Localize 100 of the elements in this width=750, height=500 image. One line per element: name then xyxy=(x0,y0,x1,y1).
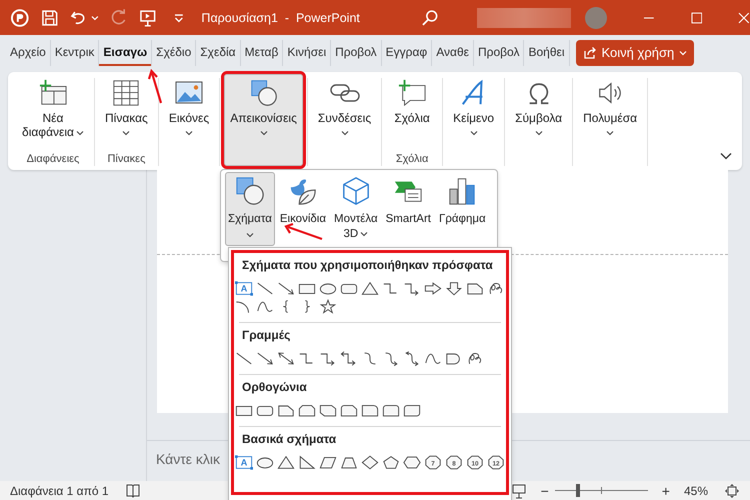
ribbon-button[interactable]: Κείμενο xyxy=(447,74,500,166)
menu-button[interactable]: Σχήματα xyxy=(225,172,275,246)
snip-corner-icon[interactable] xyxy=(277,403,295,418)
zoom-out-button[interactable]: − xyxy=(540,482,549,498)
caret-icon xyxy=(679,48,688,56)
ribbon-button[interactable]: Πολυμέσα xyxy=(577,74,644,166)
search-icon[interactable] xyxy=(420,8,440,28)
elbow-arrow-connector-icon[interactable] xyxy=(319,351,337,366)
ribbon-tab[interactable]: Εισαγω xyxy=(99,40,152,66)
slide-counter: Διαφάνεια 1 από 1 xyxy=(10,484,109,498)
annotation-arrow xyxy=(284,223,324,241)
diamond-icon[interactable] xyxy=(361,455,379,470)
rectangle-icon[interactable] xyxy=(235,403,253,418)
round-diagonal-icon[interactable] xyxy=(403,403,421,418)
app-logo-icon xyxy=(10,8,30,28)
new-slide-icon xyxy=(37,79,69,107)
ribbon-button[interactable]: Σχόλια xyxy=(386,74,438,153)
double-arrow-line-icon[interactable] xyxy=(277,351,295,366)
freeform-shape-icon[interactable] xyxy=(445,351,463,366)
group-label: Πίνακες xyxy=(107,153,146,166)
group-label: Σχόλια xyxy=(396,153,428,166)
ribbon-button[interactable]: Συνδέσεις xyxy=(312,74,378,166)
group-label: Διαφάνειες xyxy=(26,153,80,166)
right-arrow-icon[interactable] xyxy=(424,281,442,296)
notes-placeholder[interactable]: Κάντε κλικ xyxy=(156,451,220,467)
presenter-icon[interactable] xyxy=(510,482,527,498)
zoom-level[interactable]: 45% xyxy=(684,484,708,498)
section-title: Σχήματα που χρησιμοποιήθηκαν πρόσφατα xyxy=(241,258,494,272)
ribbon-tab[interactable]: Προβολ xyxy=(474,40,524,66)
line-icon[interactable] xyxy=(235,351,253,366)
ribbon-tab[interactable]: Προβολ xyxy=(331,40,382,66)
ribbon-tab[interactable]: Αρχείο xyxy=(6,40,51,66)
parallelogram-icon[interactable] xyxy=(319,455,337,470)
ribbon-button[interactable]: Απεικονίσεις xyxy=(224,74,303,166)
star-icon[interactable] xyxy=(319,299,337,314)
ribbon-tab[interactable]: Κινήσει xyxy=(283,40,332,66)
snip-round-icon[interactable] xyxy=(340,403,358,418)
ribbon-tab[interactable]: Σχέδιο xyxy=(152,40,196,66)
rounded-rectangle-icon[interactable] xyxy=(256,403,274,418)
round-single-icon[interactable] xyxy=(361,403,379,418)
menu-button[interactable]: SmartArt xyxy=(382,172,434,246)
textbox-icon[interactable]: A xyxy=(235,281,253,296)
section-title: Βασικά σχήματα xyxy=(241,432,338,446)
save-icon[interactable] xyxy=(40,8,60,28)
ribbon-tab[interactable]: Κεντρικ xyxy=(50,40,100,66)
curved-double-arrow-icon[interactable] xyxy=(403,351,421,366)
line-icon[interactable] xyxy=(256,281,274,296)
annotation-arrow xyxy=(148,69,164,105)
ribbon-button[interactable]: Εικόνες xyxy=(162,74,216,166)
ribbon-tab[interactable]: Αναθε xyxy=(432,40,474,66)
table-icon xyxy=(111,79,142,107)
fit-to-window-icon[interactable] xyxy=(724,482,740,498)
presentation-icon[interactable] xyxy=(138,8,158,28)
triangle-icon[interactable] xyxy=(361,281,379,296)
snip-diagonal-icon[interactable] xyxy=(319,403,337,418)
snip-same-icon[interactable] xyxy=(298,403,316,418)
ribbon-tab[interactable]: Βοήθει xyxy=(524,40,570,66)
ribbon-button[interactable]: Σύμβολα xyxy=(509,74,568,166)
pentagon-icon[interactable] xyxy=(382,455,400,470)
maximize-icon[interactable] xyxy=(690,12,702,24)
scribble-icon[interactable] xyxy=(487,281,505,296)
round-same-icon[interactable] xyxy=(382,403,400,418)
menu-button[interactable]: Μοντέλα 3D xyxy=(330,172,381,246)
curve-icon[interactable] xyxy=(424,351,442,366)
menu-button[interactable]: Γράφημα xyxy=(436,172,489,246)
snip-corner-icon[interactable] xyxy=(466,281,484,296)
comment-icon xyxy=(396,79,428,107)
textbox-icon[interactable]: A xyxy=(235,455,253,470)
rounded-rectangle-icon[interactable] xyxy=(340,281,358,296)
rectangle-icon[interactable] xyxy=(298,281,316,296)
section-title: Ορθογώνια xyxy=(241,380,308,394)
cube-icon xyxy=(340,176,371,206)
ribbon-tab[interactable]: Μεταβ xyxy=(240,40,284,66)
scribble-icon[interactable] xyxy=(466,351,484,366)
down-arrow-icon[interactable] xyxy=(445,281,463,296)
triangle-icon[interactable] xyxy=(277,455,295,470)
ellipse-icon[interactable] xyxy=(319,281,337,296)
elbow-arrow-connector-icon[interactable] xyxy=(403,281,421,296)
ribbon-button[interactable]: Πίνακας xyxy=(99,74,154,153)
share-button[interactable]: Κοινή χρήση xyxy=(576,40,694,66)
elbow-double-arrow-icon[interactable] xyxy=(340,351,358,366)
ribbon-button[interactable]: Νέα διαφάνεια xyxy=(16,74,90,153)
customize-toolbar-icon[interactable] xyxy=(174,12,184,22)
shapes-icon xyxy=(234,176,265,206)
section-title: Γραμμές xyxy=(241,328,292,342)
close-icon[interactable] xyxy=(738,12,750,24)
hexagon-icon[interactable] xyxy=(403,455,421,470)
arrow-line-icon[interactable] xyxy=(256,351,274,366)
zoom-slider-thumb[interactable] xyxy=(576,484,580,497)
ellipse-icon[interactable] xyxy=(256,455,274,470)
arrow-line-icon[interactable] xyxy=(277,281,295,296)
ribbon-tab[interactable]: Εγγραφ xyxy=(382,40,432,66)
curve-icon[interactable] xyxy=(256,299,274,314)
trapezoid-icon[interactable] xyxy=(340,455,358,470)
caret-icon[interactable] xyxy=(90,14,99,22)
zoom-in-button[interactable]: + xyxy=(662,482,670,498)
ribbon-tab[interactable]: Σχεδία xyxy=(196,40,241,66)
collapse-ribbon-icon[interactable] xyxy=(720,152,732,160)
menu-button[interactable]: Εικονίδια xyxy=(276,172,329,246)
right-triangle-icon[interactable] xyxy=(298,455,316,470)
